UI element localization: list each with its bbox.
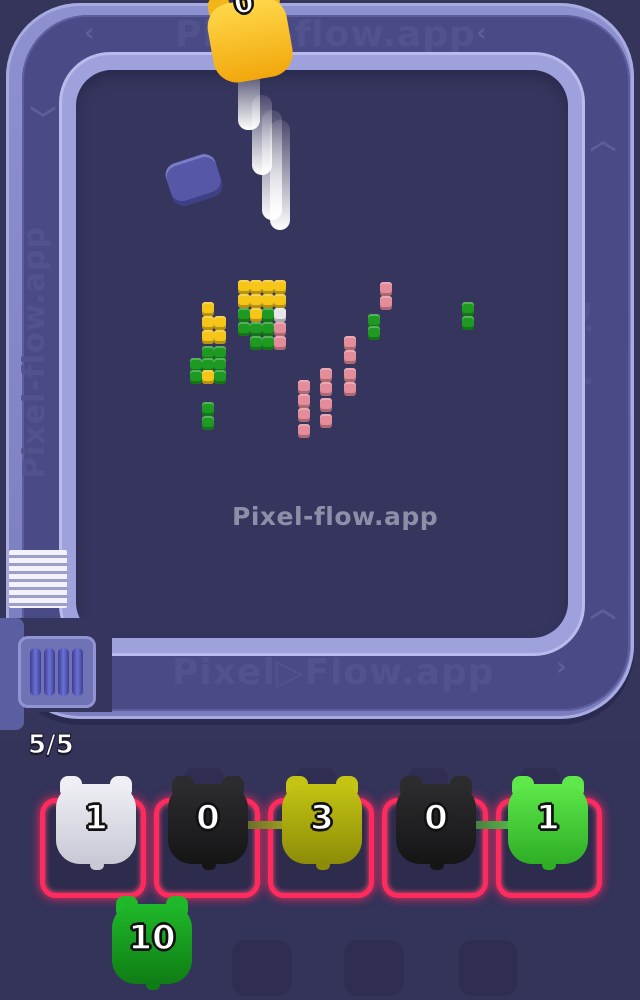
pixel-block xyxy=(202,416,214,430)
active-shooter: 0 xyxy=(202,0,297,92)
pixel-block xyxy=(202,302,214,316)
track-label-left: Pixel-flow.app xyxy=(17,225,53,480)
queue-shooter-count: 1 xyxy=(535,797,560,839)
pixel-block xyxy=(298,408,310,422)
next-shooter-count: 10 xyxy=(128,917,177,959)
pixel-block xyxy=(274,294,286,308)
pixel-block xyxy=(344,382,356,396)
pixel-block xyxy=(202,402,214,416)
track-label-bottom: Pixel▷Flow.app xyxy=(172,652,495,693)
pixel-block xyxy=(214,316,226,330)
pixel-block xyxy=(250,322,262,336)
play-area[interactable] xyxy=(76,70,568,638)
pixel-block xyxy=(380,282,392,296)
pixel-block xyxy=(298,394,310,408)
pixel-block xyxy=(320,368,332,382)
pixel-block xyxy=(320,398,332,412)
pixel-block xyxy=(202,370,214,384)
pixel-block xyxy=(274,280,286,294)
pixel-block xyxy=(214,370,226,384)
pixel-block xyxy=(320,382,332,396)
pixel-block xyxy=(262,280,274,294)
pixel-block xyxy=(320,414,332,428)
pixel-block xyxy=(190,370,202,384)
chevron-right-icon: › xyxy=(556,652,567,682)
watermark-text: Pixel-flow.app xyxy=(232,502,439,531)
pixel-block xyxy=(380,296,392,310)
pixel-block xyxy=(262,308,274,322)
pixel-block xyxy=(298,424,310,438)
slot-shadow xyxy=(458,940,518,996)
pixel-block xyxy=(238,294,250,308)
pixel-block xyxy=(202,316,214,330)
queue-shooter-4[interactable]: 0 xyxy=(396,776,476,870)
queue-shooter-1[interactable]: 1 xyxy=(56,776,136,870)
pixel-block xyxy=(344,336,356,350)
pixel-block xyxy=(202,330,214,344)
chevron-left-icon: ‹ xyxy=(84,18,95,48)
shot-streak xyxy=(270,120,290,230)
stairs xyxy=(9,550,67,608)
next-shooter[interactable]: 10 xyxy=(112,896,192,990)
pixel-block xyxy=(344,368,356,382)
pixel-block xyxy=(262,336,274,350)
chevron-up-icon: ︿ xyxy=(590,126,617,156)
pixel-block xyxy=(250,280,262,294)
slot-shadow xyxy=(344,940,404,996)
pixel-block xyxy=(274,308,286,322)
pixel-block xyxy=(250,294,262,308)
pixel-block xyxy=(250,336,262,350)
pixel-block xyxy=(262,294,274,308)
pixel-block xyxy=(238,280,250,294)
pixel-block xyxy=(250,308,262,322)
pixel-block xyxy=(214,330,226,344)
pixel-block xyxy=(462,316,474,330)
pixel-block xyxy=(262,322,274,336)
queue-shooter-5[interactable]: 1 xyxy=(508,776,588,870)
pixel-block xyxy=(298,380,310,394)
pixel-block xyxy=(274,322,286,336)
queue-shooter-3[interactable]: 3 xyxy=(282,776,362,870)
chevron-down-icon: ﹀ xyxy=(30,106,57,136)
queue-shooter-2[interactable]: 0 xyxy=(168,776,248,870)
chevron-up-icon: ︿ xyxy=(590,594,617,624)
pixel-block xyxy=(368,326,380,340)
queue-shooter-count: 0 xyxy=(423,797,448,839)
pixel-block xyxy=(462,302,474,316)
chevron-left-icon: ‹ xyxy=(476,18,487,48)
pixel-block xyxy=(344,350,356,364)
queue-shooter-count: 0 xyxy=(195,797,220,839)
pixel-block xyxy=(238,322,250,336)
pixel-block xyxy=(274,336,286,350)
coil-dispenser xyxy=(18,636,96,708)
pixel-block xyxy=(238,308,250,322)
capacity-counter: 5/5 xyxy=(28,730,75,761)
slot-shadow xyxy=(232,940,292,996)
queue-shooter-count: 3 xyxy=(309,797,334,839)
queue-shooter-count: 1 xyxy=(83,797,108,839)
